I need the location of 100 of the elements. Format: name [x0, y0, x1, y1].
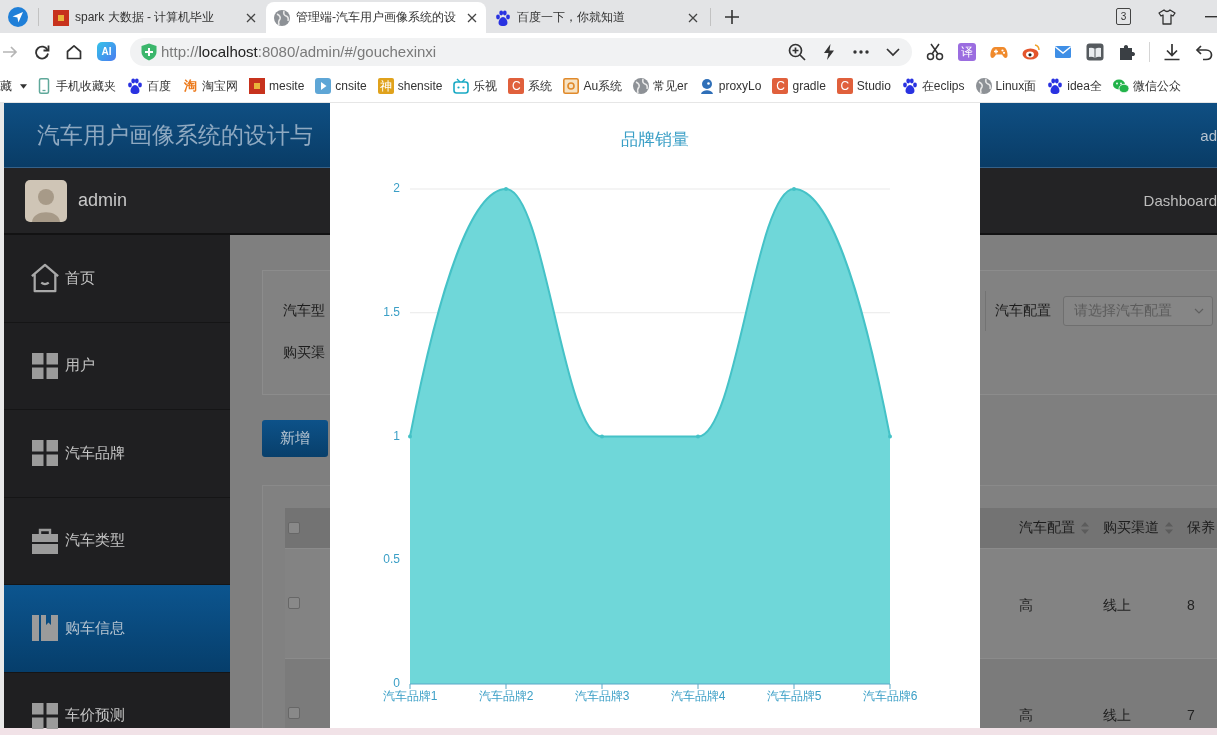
avatar-placeholder: [25, 179, 67, 222]
bookmark-item[interactable]: proxyLo: [698, 78, 762, 94]
data-point: [408, 434, 412, 439]
paw-icon: [127, 78, 143, 94]
tv-icon: [453, 78, 470, 94]
table-cell-text: 线上: [1103, 596, 1131, 615]
square-favicon-icon: [249, 78, 265, 94]
bookmark-folder[interactable]: 藏: [0, 77, 12, 95]
book-icon[interactable]: [1086, 42, 1104, 61]
globe-icon: [274, 9, 290, 26]
shirt-icon[interactable]: [1158, 8, 1176, 25]
bookmark-item[interactable]: idea全: [1047, 77, 1102, 95]
y-axis-label: 0.5: [383, 552, 400, 567]
column-header: 汽车配置: [1019, 519, 1075, 537]
data-point: [792, 187, 796, 191]
letter-tile-icon: C: [508, 78, 525, 94]
bookmark-item[interactable]: 淘 淘宝网: [182, 77, 238, 95]
x-axis-label: 汽车品牌6: [862, 689, 918, 704]
grid-icon: [32, 702, 58, 729]
chevron-down-icon: [1194, 308, 1204, 314]
bookmark-item[interactable]: C 系统: [508, 77, 553, 95]
close-icon[interactable]: [688, 12, 698, 23]
tab-count-badge[interactable]: 3: [1116, 8, 1131, 25]
bookmark-item[interactable]: C Studio: [836, 78, 891, 94]
header-user-name[interactable]: ad: [1200, 126, 1217, 144]
grid-icon: [32, 440, 58, 467]
x-axis-label: 汽车品牌5: [766, 689, 822, 704]
bookmark-item[interactable]: 常见er: [633, 77, 688, 95]
letter-tile-icon: C: [836, 78, 853, 94]
translate-badge[interactable]: 译: [958, 42, 976, 61]
address-field[interactable]: http://localhost:8080/admin/#/gouchexinxi: [130, 37, 912, 66]
bookmark-item[interactable]: 手机收藏夹: [36, 77, 116, 95]
caret-icon[interactable]: [20, 83, 27, 89]
checkbox[interactable]: [288, 707, 300, 719]
x-axis-label: 汽车品牌4: [670, 689, 726, 704]
field-label: 购买渠: [283, 344, 325, 362]
table-cell-text: 线上: [1103, 706, 1131, 725]
x-axis-label: 汽车品牌1: [382, 689, 438, 704]
y-axis-label: 1.5: [383, 304, 400, 319]
sidebar-item[interactable]: 购车信息: [4, 585, 230, 673]
column-header: 购买渠道: [1103, 519, 1159, 537]
globe-icon: [633, 78, 650, 94]
bookmark-item[interactable]: Linux面: [975, 77, 1037, 95]
y-axis-label: 1: [393, 428, 400, 443]
glyph-icon: 淘: [182, 78, 198, 94]
plus-icon[interactable]: [725, 9, 739, 24]
data-point: [504, 187, 508, 191]
field-label: 汽车型: [283, 302, 325, 320]
close-icon[interactable]: [467, 12, 477, 23]
app-title: 汽车用户画像系统的设计与: [37, 120, 313, 150]
add-button[interactable]: 新增: [262, 420, 328, 457]
eye-icon[interactable]: [1022, 42, 1040, 61]
bookmark-item[interactable]: 在eclips: [901, 77, 965, 95]
scissors-icon[interactable]: [926, 42, 944, 61]
table-cell-text: 高: [1019, 596, 1033, 615]
browser-tab[interactable]: spark 大数据 - 计算机毕业: [45, 2, 265, 33]
url-text: http://localhost:8080/admin/#/gouchexinxi: [161, 43, 437, 60]
house-icon: [30, 263, 60, 294]
bookmark-item[interactable]: cnsite: [315, 78, 367, 94]
download-icon[interactable]: [1163, 42, 1181, 61]
reload-icon[interactable]: [34, 43, 50, 60]
table-cell-text: 8: [1187, 596, 1195, 615]
data-point: [888, 434, 892, 439]
bookmark-item[interactable]: 乐视: [453, 77, 498, 95]
bookmark-item[interactable]: mesite: [249, 78, 305, 94]
checkbox[interactable]: [288, 522, 300, 534]
zoom-in-icon[interactable]: [788, 42, 806, 61]
checkbox[interactable]: [288, 597, 300, 609]
puzzle-icon[interactable]: [1118, 42, 1136, 61]
bookmark-item[interactable]: 微信公众: [1112, 77, 1181, 95]
column-header: 保养: [1187, 519, 1215, 537]
briefcase-icon: [32, 527, 58, 554]
user-name: admin: [78, 190, 128, 211]
field-label: 汽车配置: [995, 302, 1051, 320]
browser-tab[interactable]: 管理端-汽车用户画像系统的设: [266, 2, 486, 33]
chat-icon: [1112, 78, 1129, 94]
person-icon: [698, 78, 715, 94]
breadcrumb[interactable]: Dashboard: [1143, 192, 1217, 209]
close-icon[interactable]: [246, 12, 256, 23]
browser-tab[interactable]: 百度一下，你就知道: [487, 2, 707, 33]
table-cell-text: 高: [1019, 706, 1033, 725]
home-icon[interactable]: [66, 43, 82, 60]
grid-icon: [32, 352, 58, 379]
letter-tile-icon: 神: [377, 78, 394, 94]
x-axis-label: 汽车品牌3: [574, 689, 630, 704]
y-axis-label: 2: [393, 181, 400, 196]
paw-icon: [495, 9, 511, 26]
bookmark-item[interactable]: 神 shensite: [377, 78, 443, 94]
phone-icon: [36, 78, 52, 94]
globe-icon: [975, 78, 992, 94]
chart-title: 品牌销量: [620, 129, 690, 151]
frame-tile-icon: [563, 78, 580, 94]
y-axis-label: 0: [393, 676, 400, 691]
bookmark-item[interactable]: 百度: [127, 77, 171, 95]
paw-icon: [901, 78, 918, 94]
minimize-icon[interactable]: [1205, 15, 1217, 18]
paw-icon: [1047, 78, 1064, 94]
bookmark-item[interactable]: C gradle: [772, 78, 826, 94]
bookmark-item[interactable]: Au系统: [563, 77, 623, 95]
undo-icon[interactable]: [1195, 42, 1213, 61]
